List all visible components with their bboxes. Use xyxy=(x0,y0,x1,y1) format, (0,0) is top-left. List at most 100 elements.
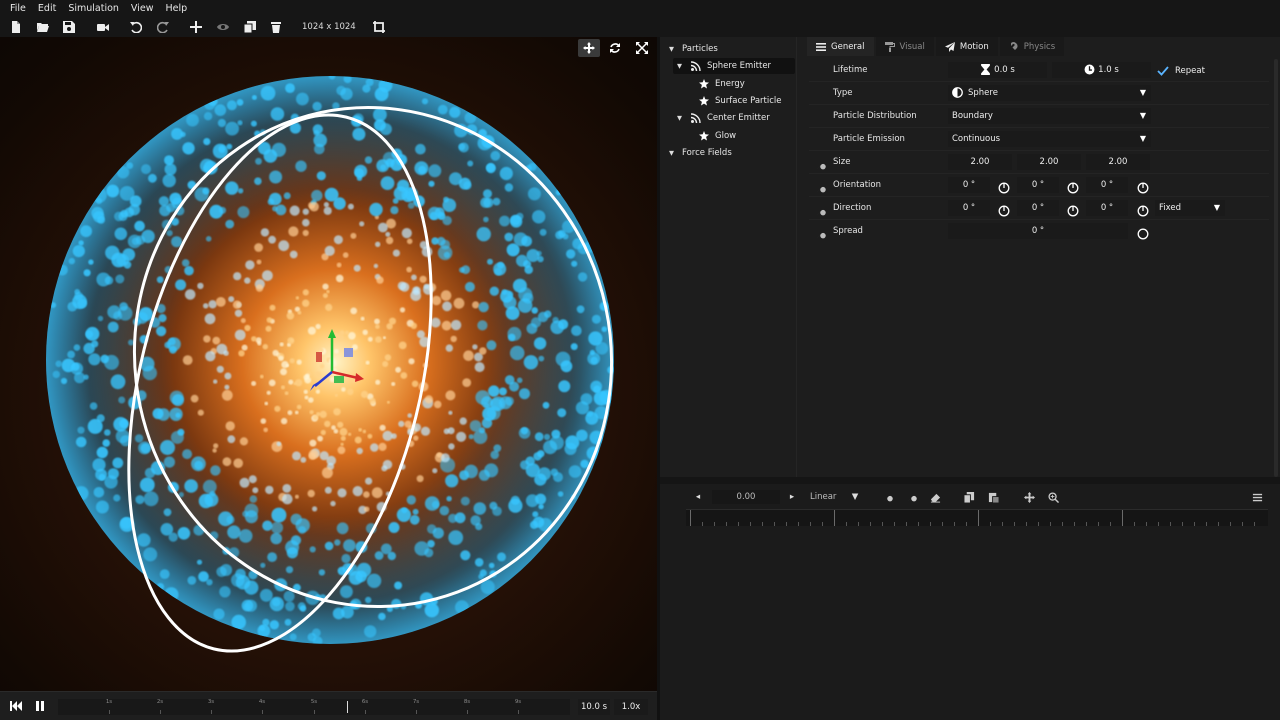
tree-item-glow[interactable]: Glow xyxy=(698,128,736,144)
particle-dot xyxy=(555,230,564,240)
fullscreen-icon[interactable] xyxy=(631,39,653,57)
tab-physics[interactable]: Physics xyxy=(999,37,1065,56)
orientation-x-field[interactable]: 0 ° xyxy=(948,177,990,193)
pan-icon[interactable] xyxy=(1022,488,1036,506)
tree-item-force-fields[interactable]: ▼ Force Fields xyxy=(669,145,732,161)
particle-dot xyxy=(347,203,354,210)
menu-view[interactable]: View xyxy=(125,0,160,17)
paste-icon[interactable] xyxy=(986,488,1000,506)
menu-help[interactable]: Help xyxy=(159,0,193,17)
menu-file[interactable]: File xyxy=(4,0,32,17)
menu-edit[interactable]: Edit xyxy=(32,0,62,17)
particle-dot xyxy=(302,218,310,227)
particle-dot xyxy=(266,317,273,323)
save-icon[interactable] xyxy=(60,17,78,37)
angle-dial-icon[interactable] xyxy=(1137,179,1149,194)
delete-icon[interactable] xyxy=(267,17,285,37)
orientation-z-field[interactable]: 0 ° xyxy=(1086,177,1128,193)
particle-dot xyxy=(382,430,393,441)
hamburger-menu-icon[interactable] xyxy=(1250,488,1264,506)
orientation-y-field[interactable]: 0 ° xyxy=(1017,177,1059,193)
wrench-icon[interactable] xyxy=(815,202,827,217)
lifetime-start-field[interactable]: 0.0 s xyxy=(948,62,1047,78)
open-folder-icon[interactable] xyxy=(34,17,52,37)
eraser-icon[interactable] xyxy=(928,488,942,506)
properties-scrollbar[interactable] xyxy=(1274,59,1278,477)
tab-general[interactable]: General xyxy=(807,37,874,56)
ruler-tick xyxy=(858,522,859,526)
lifetime-end-field[interactable]: 1.0 s xyxy=(1052,62,1151,78)
crop-icon[interactable] xyxy=(370,17,388,37)
repeat-checkbox[interactable]: Repeat xyxy=(1157,59,1205,82)
angle-dial-icon[interactable] xyxy=(998,179,1010,194)
type-dropdown[interactable]: Sphere ▼ xyxy=(948,85,1151,101)
spread-dial-icon[interactable] xyxy=(1137,225,1149,240)
wrench-icon[interactable] xyxy=(815,179,827,194)
tree-item-sphere-emitter[interactable]: ▼ Sphere Emitter xyxy=(673,58,795,74)
record-video-icon[interactable] xyxy=(94,17,112,37)
undo-icon[interactable] xyxy=(127,17,145,37)
playback-scrubber[interactable]: 1s 2s 3s 4s 5s 6s 7s 8s 9s xyxy=(58,699,570,715)
tree-item-energy[interactable]: Energy xyxy=(698,76,745,92)
new-file-icon[interactable] xyxy=(7,17,25,37)
particle-dot xyxy=(118,396,126,404)
viewport-3d[interactable] xyxy=(0,37,657,691)
particle-dot xyxy=(166,230,173,237)
speed-field[interactable]: 1.0x xyxy=(614,699,648,715)
zoom-icon[interactable] xyxy=(1046,488,1060,506)
angle-dial-icon[interactable] xyxy=(1137,202,1149,217)
interpolation-dropdown-icon[interactable]: ▼ xyxy=(848,488,862,506)
angle-dial-icon[interactable] xyxy=(998,202,1010,217)
size-z-field[interactable]: 2.00 xyxy=(1086,154,1150,170)
skip-to-start-icon[interactable] xyxy=(8,699,24,713)
add-icon[interactable] xyxy=(187,17,205,37)
direction-mode-dropdown[interactable]: Fixed ▼ xyxy=(1155,200,1225,216)
distribution-dropdown[interactable]: Boundary ▼ xyxy=(948,108,1151,124)
pause-icon[interactable] xyxy=(32,699,48,713)
expand-arrow-icon[interactable]: ▼ xyxy=(677,62,685,70)
particle-dot xyxy=(366,573,382,588)
particle-dot xyxy=(384,354,392,361)
visibility-icon[interactable] xyxy=(214,17,232,37)
next-key-icon[interactable]: ▸ xyxy=(786,488,798,506)
particle-dot xyxy=(571,260,578,267)
direction-x-field[interactable]: 0 ° xyxy=(948,200,990,216)
remove-key-icon[interactable] xyxy=(904,488,918,506)
angle-dial-icon[interactable] xyxy=(1067,202,1079,217)
emission-dropdown[interactable]: Continuous ▼ xyxy=(948,131,1151,147)
size-y-field[interactable]: 2.00 xyxy=(1017,154,1081,170)
refresh-icon[interactable] xyxy=(604,39,626,57)
copy-icon[interactable] xyxy=(962,488,976,506)
tree-item-surface-particle[interactable]: Surface Particle xyxy=(698,93,782,109)
direction-y-field[interactable]: 0 ° xyxy=(1017,200,1059,216)
add-key-icon[interactable] xyxy=(880,488,894,506)
duplicate-icon[interactable] xyxy=(241,17,259,37)
direction-z-field[interactable]: 0 ° xyxy=(1086,200,1128,216)
wrench-icon[interactable] xyxy=(815,156,827,171)
property-tabs: General Visual Motion Physics xyxy=(807,37,1066,56)
timeline-ruler[interactable] xyxy=(686,509,1268,526)
spread-field[interactable]: 0 ° xyxy=(948,223,1128,239)
prev-key-icon[interactable]: ◂ xyxy=(692,488,704,506)
expand-arrow-icon[interactable]: ▼ xyxy=(677,114,685,122)
size-x-field[interactable]: 2.00 xyxy=(948,154,1012,170)
expand-arrow-icon[interactable]: ▼ xyxy=(669,149,677,157)
expand-arrow-icon[interactable]: ▼ xyxy=(669,45,677,53)
move-icon[interactable] xyxy=(578,39,600,57)
timeline-splitter[interactable] xyxy=(660,477,1280,484)
menu-simulation[interactable]: Simulation xyxy=(62,0,125,17)
tab-visual[interactable]: Visual xyxy=(875,37,934,56)
angle-dial-icon[interactable] xyxy=(1067,179,1079,194)
tab-motion[interactable]: Motion xyxy=(935,37,998,56)
tree-item-center-emitter[interactable]: ▼ Center Emitter xyxy=(677,110,770,126)
particle-dot xyxy=(551,429,561,439)
particle-dot xyxy=(304,395,309,400)
wrench-icon[interactable] xyxy=(815,225,827,240)
redo-icon[interactable] xyxy=(154,17,172,37)
particle-dot xyxy=(504,396,514,406)
timeline-time-field[interactable]: 0.00 xyxy=(712,490,780,504)
particle-dot xyxy=(431,295,442,306)
tree-item-particles[interactable]: ▼ Particles xyxy=(669,41,718,57)
playhead[interactable] xyxy=(347,701,348,713)
duration-field[interactable]: 10.0 s xyxy=(578,699,610,715)
